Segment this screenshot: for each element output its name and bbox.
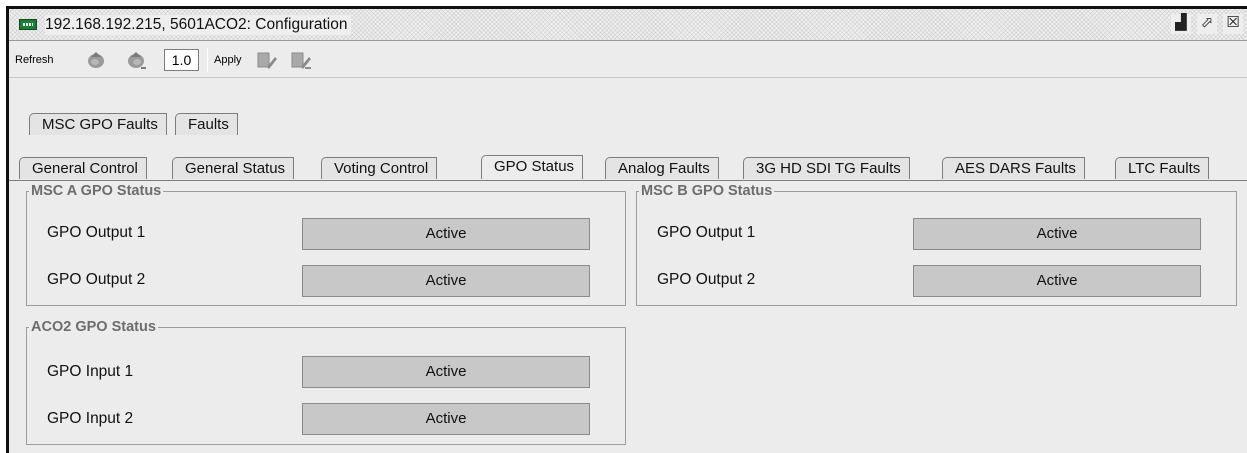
gpo-output-2-status: Active bbox=[913, 265, 1201, 297]
group-title: MSC A GPO Status bbox=[31, 183, 162, 199]
gpo-output-1-label: GPO Output 1 bbox=[47, 224, 146, 241]
maximize-icon[interactable]: ⬀ bbox=[1197, 14, 1217, 34]
gpo-output-2-label: GPO Output 2 bbox=[47, 271, 146, 288]
undo-icon[interactable] bbox=[85, 49, 107, 71]
gpo-output-1-status: Active bbox=[302, 218, 590, 250]
refresh-button[interactable]: Refresh bbox=[15, 42, 54, 78]
tab-msc-gpo-faults[interactable]: MSC GPO Faults bbox=[29, 113, 167, 135]
tab-aes-dars-faults[interactable]: AES DARS Faults bbox=[942, 157, 1085, 179]
tab-ltc-faults[interactable]: LTC Faults bbox=[1115, 157, 1210, 179]
restore-icon[interactable]: ▟ bbox=[1171, 14, 1191, 34]
gpo-input-2-status: Active bbox=[302, 403, 590, 435]
gpo-output-2-status: Active bbox=[302, 265, 590, 297]
tab-voting-control[interactable]: Voting Control bbox=[321, 157, 438, 179]
gpo-output-1-label: GPO Output 1 bbox=[657, 224, 756, 241]
tab-analog-faults[interactable]: Analog Faults bbox=[605, 157, 719, 179]
zoom-level-field[interactable]: 1.0 bbox=[164, 49, 199, 71]
apply-all-icon[interactable] bbox=[289, 49, 311, 71]
gpo-input-1-label: GPO Input 1 bbox=[47, 363, 134, 380]
title-bar[interactable]: 192.168.192.215, 5601ACO2: Configuration… bbox=[9, 9, 1247, 41]
apply-label: Apply bbox=[214, 54, 242, 66]
gpo-status-panel: MSC A GPO Status GPO Output 1 Active GPO… bbox=[9, 181, 1247, 453]
gpo-input-1-status: Active bbox=[302, 356, 590, 388]
redo-icon[interactable] bbox=[125, 49, 147, 71]
gpo-output-2-label: GPO Output 2 bbox=[657, 271, 756, 288]
apply-page-icon[interactable] bbox=[255, 49, 277, 71]
tab-3g-hd-sdi-tg-faults[interactable]: 3G HD SDI TG Faults bbox=[743, 157, 910, 179]
device-card-icon bbox=[19, 19, 37, 30]
refresh-label: Refresh bbox=[15, 54, 54, 66]
tab-faults[interactable]: Faults bbox=[175, 113, 238, 135]
close-icon[interactable]: ☒ bbox=[1223, 14, 1243, 34]
gpo-output-1-status: Active bbox=[913, 218, 1201, 250]
apply-button[interactable]: Apply bbox=[214, 42, 242, 78]
group-title: MSC B GPO Status bbox=[641, 183, 773, 199]
configuration-window: 192.168.192.215, 5601ACO2: Configuration… bbox=[6, 6, 1247, 453]
toolbar: Refresh 1.0 Apply bbox=[9, 42, 1247, 78]
gpo-input-2-label: GPO Input 2 bbox=[47, 410, 134, 427]
tab-gpo-status[interactable]: GPO Status bbox=[481, 155, 584, 179]
tab-general-status[interactable]: General Status bbox=[172, 157, 295, 179]
tab-general-control[interactable]: General Control bbox=[19, 157, 147, 179]
window-title: 192.168.192.215, 5601ACO2: Configuration bbox=[45, 15, 352, 35]
group-title: ACO2 GPO Status bbox=[31, 319, 156, 335]
